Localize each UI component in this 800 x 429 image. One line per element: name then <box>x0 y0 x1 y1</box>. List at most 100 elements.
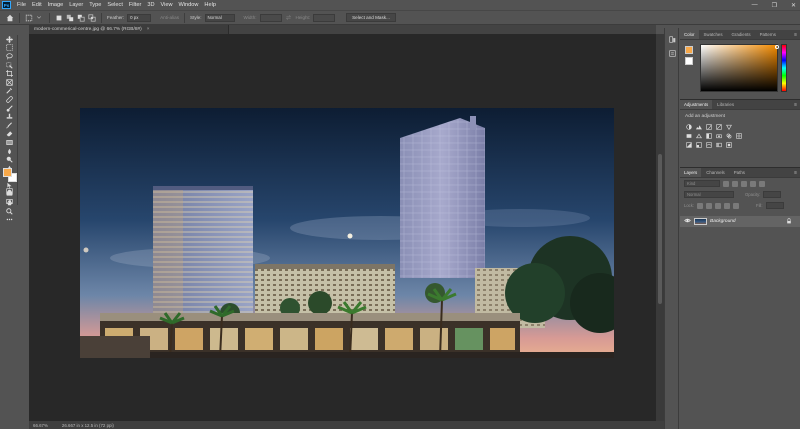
add-to-selection-icon[interactable] <box>66 14 74 22</box>
lock-transparent-icon[interactable] <box>697 202 704 209</box>
eraser-tool[interactable] <box>0 130 18 139</box>
document-tab[interactable]: modern-commerical-centre.jpg @ 66.7% (RG… <box>29 25 229 34</box>
color-picker-cursor[interactable] <box>775 45 779 49</box>
gradient-map-icon[interactable] <box>715 141 722 148</box>
rectangular-marquee-tool[interactable] <box>0 44 18 53</box>
gradient-tool[interactable] <box>0 138 18 147</box>
menu-3d[interactable]: 3D <box>147 2 154 8</box>
color-picker-field[interactable] <box>700 44 779 92</box>
screen-mode-button[interactable] <box>0 197 18 206</box>
menu-image[interactable]: Image <box>48 2 64 8</box>
restore-button[interactable]: ❐ <box>772 2 777 9</box>
filter-pixel-icon[interactable] <box>723 180 729 187</box>
curves-icon[interactable] <box>705 123 712 130</box>
brightness-contrast-icon[interactable] <box>685 123 692 130</box>
channel-mixer-icon[interactable] <box>725 132 732 139</box>
levels-icon[interactable] <box>695 123 702 130</box>
panel-foreground-swatch[interactable] <box>685 46 693 54</box>
swap-dimensions-icon[interactable] <box>285 14 293 22</box>
hue-slider[interactable] <box>781 44 787 92</box>
lock-all-icon[interactable] <box>733 202 740 209</box>
tab-adjustments[interactable]: Adjustments <box>680 100 713 109</box>
photo-filter-icon[interactable] <box>715 132 722 139</box>
blur-tool[interactable] <box>0 147 18 156</box>
tab-patterns[interactable]: Patterns <box>756 30 780 39</box>
panel-menu-icon[interactable]: ≡ <box>794 100 797 109</box>
filter-shape-icon[interactable] <box>750 180 756 187</box>
home-icon[interactable] <box>6 14 14 22</box>
menu-file[interactable]: File <box>17 2 26 8</box>
panel-background-swatch[interactable] <box>685 57 693 65</box>
document-info[interactable]: 26.667 in x 12.5 in (72 ppi) <box>62 423 114 428</box>
lasso-tool[interactable] <box>0 52 18 61</box>
properties-panel-icon[interactable] <box>665 46 680 60</box>
close-tab-icon[interactable]: × <box>147 27 150 32</box>
tab-swatches[interactable]: Swatches <box>700 30 727 39</box>
clone-stamp-tool[interactable] <box>0 112 18 121</box>
subtract-from-selection-icon[interactable] <box>77 14 85 22</box>
filter-adjustment-icon[interactable] <box>732 180 738 187</box>
black-white-icon[interactable] <box>705 132 712 139</box>
canvas-area[interactable] <box>29 34 656 421</box>
menu-layer[interactable]: Layer <box>69 2 83 8</box>
menu-type[interactable]: Type <box>89 2 101 8</box>
vibrance-icon[interactable] <box>725 123 732 130</box>
style-select[interactable]: Normal <box>204 13 235 22</box>
tab-libraries[interactable]: Libraries <box>713 100 738 109</box>
brush-tool[interactable] <box>0 104 18 113</box>
opacity-input[interactable] <box>763 191 782 198</box>
minimize-button[interactable]: — <box>752 2 758 8</box>
crop-tool[interactable] <box>0 69 18 78</box>
scrollbar-thumb[interactable] <box>658 154 662 304</box>
menu-help[interactable]: Help <box>204 2 216 8</box>
menu-view[interactable]: View <box>160 2 172 8</box>
posterize-icon[interactable] <box>695 141 702 148</box>
chevron-down-icon[interactable] <box>36 14 44 22</box>
zoom-tool[interactable] <box>0 207 18 216</box>
marquee-tool-icon[interactable] <box>25 14 33 22</box>
tab-paths[interactable]: Paths <box>730 168 749 177</box>
layer-filter-select[interactable]: Kind <box>684 180 720 187</box>
tab-color[interactable]: Color <box>680 30 699 39</box>
select-and-mask-button[interactable]: Select and Mask... <box>346 13 396 22</box>
lock-image-icon[interactable] <box>706 202 713 209</box>
menu-window[interactable]: Window <box>179 2 199 8</box>
foreground-color-swatch[interactable] <box>3 168 12 177</box>
menu-select[interactable]: Select <box>107 2 123 8</box>
feather-input[interactable]: 0 px <box>127 13 152 22</box>
history-panel-icon[interactable] <box>665 32 680 46</box>
vertical-scrollbar[interactable] <box>656 34 664 421</box>
panel-menu-icon[interactable]: ≡ <box>794 30 797 39</box>
layer-name[interactable]: Background <box>710 219 736 224</box>
tab-layers[interactable]: Layers <box>680 168 702 177</box>
threshold-icon[interactable] <box>705 141 712 148</box>
object-selection-tool[interactable] <box>0 61 18 70</box>
document-canvas[interactable] <box>80 108 614 358</box>
height-input[interactable] <box>313 13 336 22</box>
eye-icon[interactable] <box>684 217 691 226</box>
eyedropper-tool[interactable] <box>0 87 18 96</box>
more-tools[interactable] <box>0 215 18 224</box>
intersect-selection-icon[interactable] <box>88 13 96 22</box>
layer-row-background[interactable]: Background <box>680 216 800 227</box>
color-balance-icon[interactable] <box>695 132 702 139</box>
panel-menu-icon[interactable]: ≡ <box>794 168 797 177</box>
tab-channels[interactable]: Channels <box>702 168 729 177</box>
history-brush-tool[interactable] <box>0 121 18 130</box>
width-input[interactable] <box>259 13 282 22</box>
spot-healing-tool[interactable] <box>0 95 18 104</box>
fill-input[interactable] <box>765 202 784 209</box>
filter-type-icon[interactable] <box>741 180 747 187</box>
exposure-icon[interactable] <box>715 123 722 130</box>
lock-artboard-icon[interactable] <box>724 202 731 209</box>
tab-gradients[interactable]: Gradients <box>728 30 755 39</box>
menu-filter[interactable]: Filter <box>129 2 141 8</box>
photoshop-logo[interactable]: Ps <box>2 1 11 9</box>
move-tool[interactable] <box>0 35 18 44</box>
selective-color-icon[interactable] <box>725 141 732 148</box>
invert-icon[interactable] <box>685 141 692 148</box>
dodge-tool[interactable] <box>0 155 18 164</box>
close-window-button[interactable]: ✕ <box>791 2 796 9</box>
frame-tool[interactable] <box>0 78 18 87</box>
lock-position-icon[interactable] <box>715 202 722 209</box>
